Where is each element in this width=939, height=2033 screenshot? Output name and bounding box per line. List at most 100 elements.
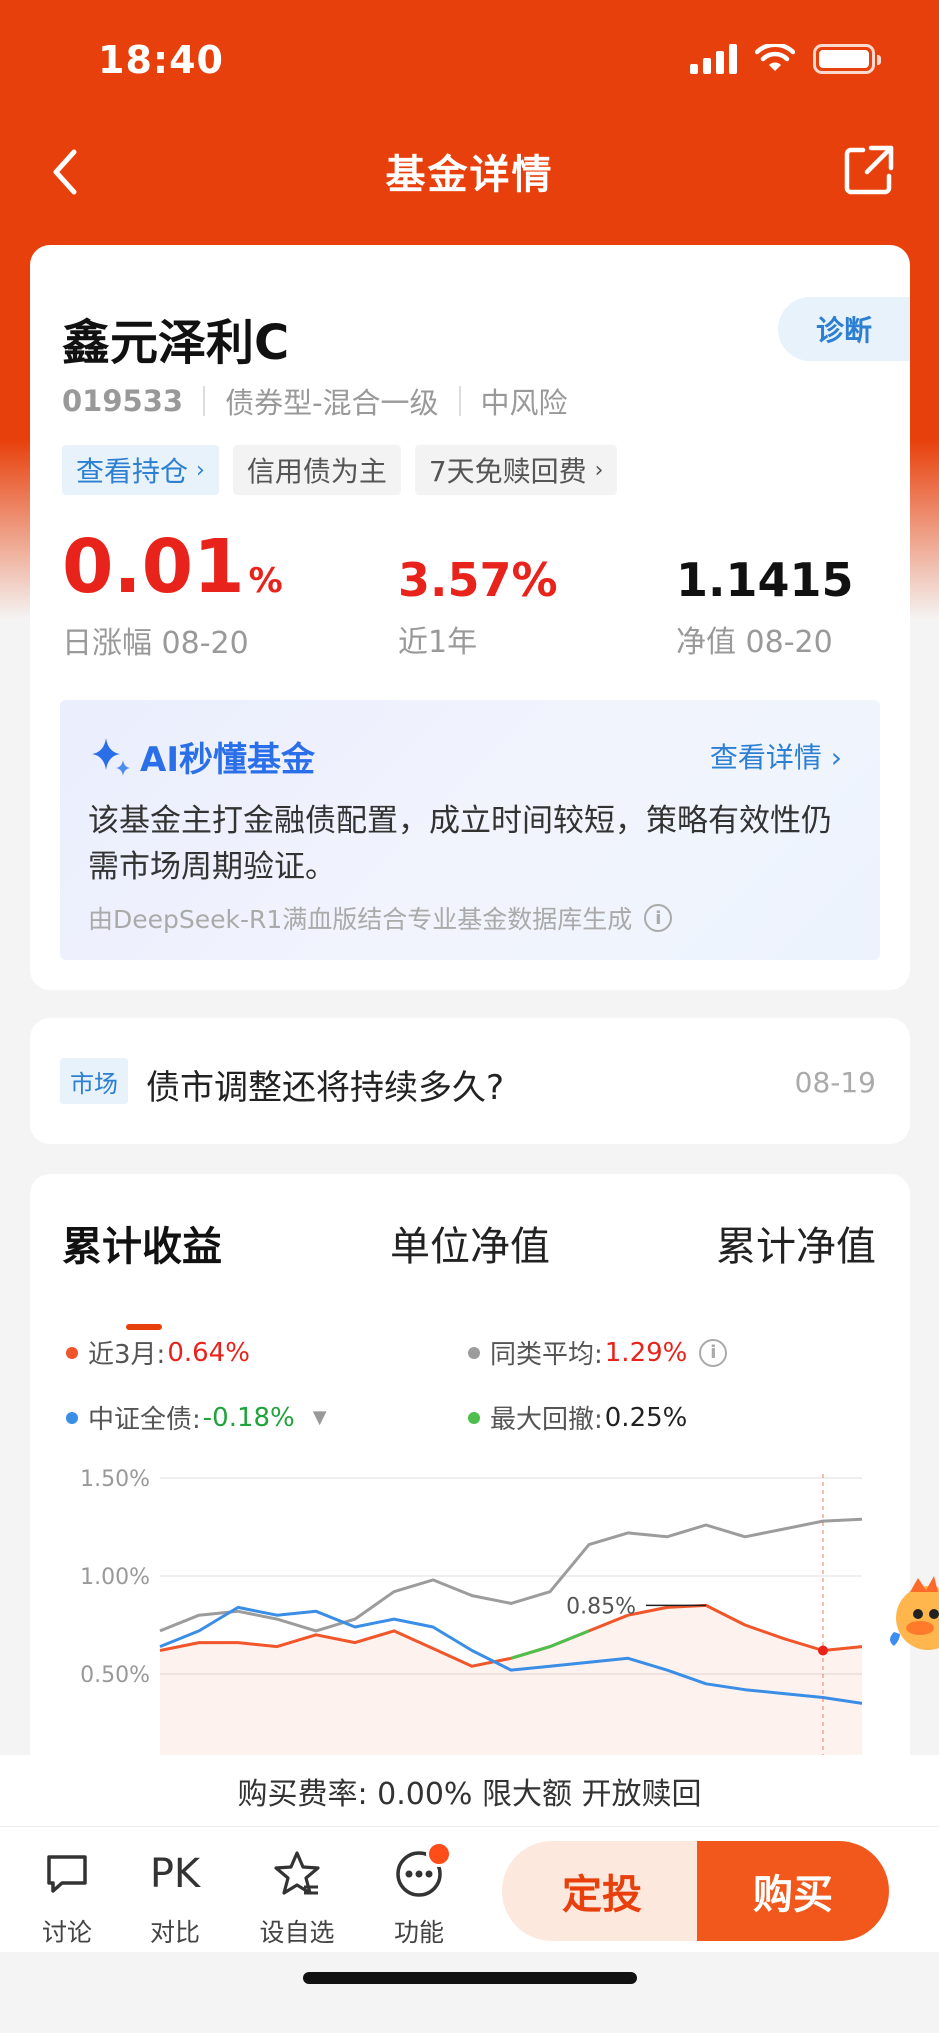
daily-change-label: 日涨幅 08-20: [62, 626, 249, 661]
chart-tabs: 累计收益 单位净值 累计净值: [30, 1214, 910, 1330]
line-chart[interactable]: 1.50% 1.00% 0.50% 0.85%: [30, 1444, 910, 1764]
chevron-right-icon: ›: [830, 741, 842, 774]
functions-button[interactable]: 功能: [374, 1841, 464, 1949]
purchase-fee-bar: 购买费率: 0.00% 限大额 开放赎回: [0, 1755, 939, 1827]
legend-value: 0.25%: [604, 1402, 688, 1433]
tab-cumulative-nav[interactable]: 累计净值: [716, 1214, 876, 1272]
legend-dot: [66, 1346, 78, 1359]
legend-value: 1.29%: [604, 1337, 688, 1368]
functions-label: 功能: [393, 1918, 444, 1947]
nav-bar: 基金详情: [0, 120, 939, 230]
annotation-label: 0.85%: [566, 1594, 636, 1619]
ai-source: 由DeepSeek-R1满血版结合专业基金数据库生成 i: [88, 900, 673, 936]
daily-change-unit: %: [248, 561, 283, 601]
daily-change-stat: 0.01% 日涨幅 08-20: [62, 530, 283, 662]
year-return-stat: 3.57% 近1年: [398, 557, 558, 661]
chat-bubble-icon: [47, 1855, 87, 1893]
legend-near-3m: 近3月: 0.64%: [66, 1334, 250, 1371]
chevron-right-icon: ›: [196, 457, 205, 483]
caret-down-icon[interactable]: ▼: [313, 1407, 327, 1428]
legend-value: -0.18%: [202, 1402, 295, 1433]
tag-label: 查看持仓: [76, 455, 189, 488]
news-card[interactable]: 市场 债市调整还将持续多久? 08-19: [30, 1018, 910, 1144]
news-date: 08-19: [794, 1066, 876, 1099]
discuss-label: 讨论: [41, 1918, 92, 1947]
legend-label: 最大回撤:: [490, 1405, 603, 1435]
redemption-fee-tag[interactable]: 7天免赎回费 ›: [414, 445, 618, 495]
legend-label: 同类平均:: [490, 1340, 603, 1370]
buy-button[interactable]: 购买: [697, 1841, 889, 1941]
tag-label: 信用债为主: [246, 455, 387, 488]
fund-type: 债券型-混合一级: [225, 386, 439, 420]
divider: [203, 386, 206, 416]
notification-dot: [426, 1841, 452, 1867]
fund-meta: 019533 债券型-混合一级 中风险: [62, 380, 568, 422]
nav-value: 1.1415: [676, 553, 854, 607]
tag-label: 7天免赎回费: [428, 455, 587, 488]
legend-index[interactable]: 中证全债: -0.18% ▼: [66, 1399, 327, 1436]
nav-label: 净值 08-20: [676, 625, 833, 660]
legend-label: 近3月:: [88, 1340, 166, 1370]
bottom-action-bar: 讨论 PK 对比 设自选 功能 定投 购买: [0, 1827, 939, 1952]
ai-title: AI秒懂基金: [88, 732, 315, 781]
performance-chart-card: 累计收益 单位净值 累计净值 近3月: 0.64% 同类平均: 1.29% i 中证…: [30, 1174, 910, 1794]
info-icon[interactable]: i: [699, 1338, 728, 1367]
y-tick-label: 0.50%: [80, 1663, 150, 1688]
ai-view-details-link[interactable]: 查看详情 ›: [710, 736, 842, 776]
divider: [458, 386, 461, 416]
mascot-icon[interactable]: [880, 1570, 939, 1660]
info-icon[interactable]: i: [644, 904, 673, 932]
ai-title-text: AI秒懂基金: [140, 740, 315, 780]
page-title: 基金详情: [385, 152, 554, 198]
pk-icon: PK: [149, 1851, 201, 1897]
cellular-signal-icon: [690, 44, 737, 74]
legend-value: 0.64%: [167, 1337, 250, 1368]
chevron-right-icon: ›: [594, 457, 604, 483]
ai-more-label: 查看详情: [709, 741, 822, 774]
wifi-icon: [755, 44, 795, 71]
view-holdings-tag[interactable]: 查看持仓 ›: [62, 445, 219, 495]
y-tick-label: 1.50%: [80, 1467, 150, 1492]
news-tag: 市场: [60, 1058, 128, 1104]
fund-risk: 中风险: [480, 386, 568, 420]
legend-peer-average: 同类平均: 1.29% i: [468, 1334, 728, 1371]
legend-label: 中证全债:: [88, 1405, 201, 1435]
tab-cumulative-return[interactable]: 累计收益: [62, 1214, 222, 1272]
tab-unit-nav[interactable]: 单位净值: [390, 1214, 550, 1272]
nav-stat: 1.1415 净值 08-20: [676, 557, 854, 661]
current-point: [818, 1645, 828, 1656]
ai-summary-text: 该基金主打金融债配置，成立时间较短，策略有效性仍需市场周期验证。: [88, 803, 832, 885]
watchlist-label: 设自选: [259, 1918, 335, 1947]
home-indicator-area: [0, 1952, 939, 2033]
status-bar: 18:40: [0, 0, 939, 120]
y-tick-label: 1.00%: [80, 1565, 150, 1590]
ai-source-text: 由DeepSeek-R1满血版结合专业基金数据库生成: [88, 905, 633, 934]
ai-summary-box[interactable]: AI秒懂基金 查看详情 › 该基金主打金融债配置，成立时间较短，策略有效性仍需市…: [60, 700, 880, 960]
fund-code: 019533: [62, 384, 184, 418]
legend-dot: [66, 1411, 78, 1424]
fund-summary-card: 鑫元泽利C 诊断 019533 债券型-混合一级 中风险 查看持仓 › 信用债为主…: [30, 245, 910, 990]
status-icons: [690, 44, 881, 74]
fund-tags: 查看持仓 › 信用债为主 7天免赎回费 ›: [62, 445, 618, 495]
legend-dot: [468, 1346, 480, 1359]
sparkle-icon: [92, 737, 130, 776]
daily-change-value: 0.01: [62, 524, 245, 610]
discuss-button[interactable]: 讨论: [22, 1849, 112, 1949]
diagnose-button[interactable]: 诊断: [778, 297, 910, 361]
battery-icon: [813, 44, 881, 74]
legend-dot: [468, 1411, 480, 1424]
compare-button[interactable]: PK 对比: [130, 1849, 220, 1949]
add-watchlist-button[interactable]: 设自选: [252, 1849, 342, 1949]
auto-invest-button[interactable]: 定投: [502, 1841, 702, 1941]
fund-name: 鑫元泽利C: [62, 315, 290, 371]
compare-label: 对比: [149, 1918, 200, 1947]
year-return-label: 近1年: [398, 625, 478, 660]
active-tab-indicator: [126, 1324, 162, 1330]
credit-bond-tag: 信用债为主: [232, 445, 401, 495]
share-icon[interactable]: [841, 142, 897, 198]
status-time: 18:40: [98, 38, 224, 82]
news-title: 债市调整还将持续多久?: [146, 1068, 505, 1108]
year-return-value: 3.57%: [398, 553, 558, 607]
legend-max-drawdown: 最大回撤: 0.25%: [468, 1399, 687, 1436]
home-indicator: [303, 1972, 637, 1984]
